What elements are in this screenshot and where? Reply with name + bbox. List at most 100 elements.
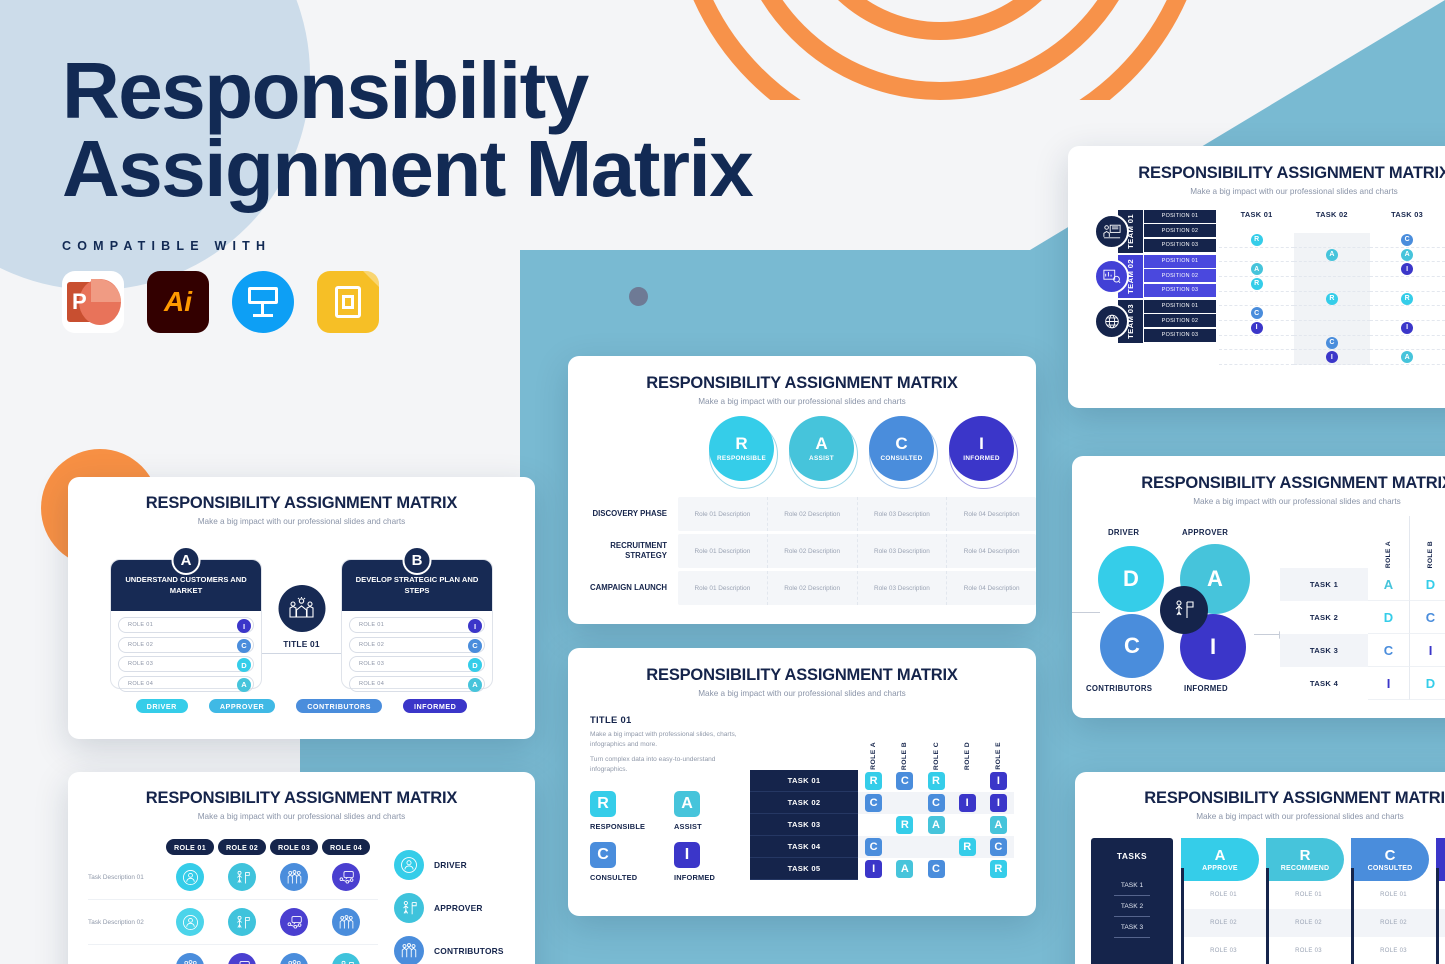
status-badge: C	[237, 638, 251, 653]
raci-circle-i[interactable]: I INFORMED	[949, 416, 1018, 489]
column-header: ROLE A	[870, 742, 878, 770]
row-header: TASK 04	[750, 836, 858, 858]
column-tab: R RECOMMEND	[1266, 838, 1344, 881]
card1-title: RESPONSIBILITY ASSIGNMENT MATRIX	[145, 494, 458, 512]
list-item[interactable]: ROLE 04 A	[118, 675, 254, 692]
card6-grid: ROLE 01 ROLE 02 ROLE 03 ROLE 04 Task Des…	[88, 839, 378, 964]
matrix-cell: I	[1369, 321, 1445, 336]
matrix-cell: C	[858, 836, 890, 858]
team-group-01[interactable]: TEAM 01 POSITION 01 POSITION 02 POSITION…	[1094, 209, 1219, 253]
card-team-position-matrix[interactable]: RESPONSIBILITY ASSIGNMENT MATRIX Make a …	[1068, 146, 1445, 408]
table-cell: ROLE 02	[1351, 909, 1436, 937]
bubble-c[interactable]: C	[1100, 614, 1164, 678]
card-task-role-matrix[interactable]: RESPONSIBILITY ASSIGNMENT MATRIX Make a …	[568, 648, 1036, 916]
matrix-cell: I	[1410, 634, 1445, 667]
column-header: ROLE 04	[322, 839, 370, 855]
role-label: ROLE 01	[128, 622, 154, 628]
list-item[interactable]: ROLE 03 D	[349, 656, 485, 672]
column-header: ROLE A	[1385, 540, 1392, 568]
matrix-cell: A	[889, 858, 920, 880]
legend-item-contributors: CONTRIBUTORS	[394, 929, 515, 964]
role-label: ROLE 03	[128, 661, 154, 667]
team-list: TEAM 01 POSITION 01 POSITION 02 POSITION…	[1094, 209, 1219, 365]
position-item: POSITION 02	[1144, 314, 1216, 328]
card1-subtitle: Make a big impact with our professional …	[197, 517, 406, 526]
legend-label: CONTRIBUTORS	[434, 945, 504, 956]
position-item: POSITION 01	[1144, 209, 1216, 223]
matrix-cell	[952, 858, 983, 880]
table-row: TASK 03 R A A	[750, 814, 1014, 836]
driver-icon	[394, 849, 424, 880]
raci-label: RESPONSIBLE	[716, 455, 767, 462]
panel-a[interactable]: A UNDERSTAND CUSTOMERS AND MARKET ROLE 0…	[110, 546, 262, 692]
matrix-cell: C	[982, 836, 1015, 858]
illustrator-logo: Ai	[147, 270, 209, 333]
informed-icon	[280, 908, 308, 936]
card-raci-circles[interactable]: RESPONSIBILITY ASSIGNMENT MATRIX Make a …	[568, 356, 1036, 624]
card-two-panel-roles[interactable]: RESPONSIBILITY ASSIGNMENT MATRIX Make a …	[68, 477, 535, 739]
card-role-icon-matrix[interactable]: RESPONSIBILITY ASSIGNMENT MATRIX Make a …	[68, 772, 535, 964]
legend-label: DRIVER	[434, 859, 467, 870]
matrix-cell	[858, 814, 889, 836]
matrix-cell	[952, 814, 983, 836]
matrix-cell: A	[1369, 248, 1445, 263]
row-header: TASK 2	[1280, 601, 1368, 634]
legend-item-consulted: C CONSULTED	[590, 841, 652, 882]
table-row: TASK 3CIA	[1280, 634, 1445, 667]
pill-informed[interactable]: INFORMED	[402, 699, 468, 713]
card-arci-columns[interactable]: RESPONSIBILITY ASSIGNMENT MATRIX Make a …	[1075, 772, 1445, 964]
team-group-03[interactable]: TEAM 03 POSITION 01 POSITION 02 POSITION…	[1094, 299, 1219, 343]
list-item[interactable]: ROLE 04 A	[349, 675, 485, 692]
team-group-02[interactable]: TEAM 02 POSITION 01 POSITION 02 POSITION…	[1094, 254, 1219, 298]
role-column[interactable]: R RECOMMEND ROLE 01 ROLE 02 ROLE 03	[1266, 838, 1351, 964]
legend-item-assist: A ASSIST	[674, 790, 736, 831]
matrix-cell	[1219, 292, 1295, 307]
pill-contributors[interactable]: CONTRIBUTORS	[296, 699, 382, 713]
role-column[interactable]: C CONSULTED ROLE 01 ROLE 02 ROLE 03	[1351, 838, 1436, 964]
matrix-cell: A	[1368, 568, 1410, 601]
role-label: ROLE 03	[359, 661, 385, 667]
table-row: TASK 02 C C I I	[750, 792, 1015, 814]
legend-label: RESPONSIBLE	[590, 821, 646, 831]
raci-circle-a[interactable]: A ASSIST	[789, 416, 858, 489]
card-daci-bubbles[interactable]: RESPONSIBILITY ASSIGNMENT MATRIX Make a …	[1072, 456, 1445, 718]
role-column[interactable]: A APPROVE ROLE 01 ROLE 02 ROLE 03	[1181, 838, 1266, 964]
contributors-icon	[176, 953, 204, 964]
bubble-d[interactable]: D	[1098, 546, 1164, 612]
column-label: CONSULTED	[1367, 864, 1413, 872]
matrix-cell: A	[1294, 248, 1370, 263]
list-item[interactable]: ROLE 02 C	[118, 636, 254, 653]
card3-paragraph-1: Make a big impact with professional slid…	[590, 731, 737, 748]
list-item[interactable]: ROLE 02 C	[349, 636, 485, 653]
matrix-dot: I	[1250, 321, 1263, 334]
role-column[interactable]: IINFORMEDROLE 01ROLE 02ROLE 03	[1436, 838, 1445, 964]
panel-b[interactable]: B DEVELOP STRATEGIC PLAN AND STEPS ROLE …	[341, 546, 493, 692]
person-flag-icon	[1160, 586, 1208, 634]
list-item[interactable]: ROLE 03 D	[118, 656, 254, 672]
powerpoint-logo: P	[62, 270, 124, 333]
pill-driver[interactable]: DRIVER	[135, 699, 188, 713]
matrix-cell	[1294, 306, 1370, 322]
matrix-cell: C	[1219, 306, 1295, 322]
raci-circle-row: R RESPONSIBLE A ASSIST C CONSULTED I INF…	[568, 416, 1036, 489]
matrix-chip: I	[989, 772, 1007, 790]
bubble-label-informed: INFORMED	[1184, 684, 1228, 693]
table-cell: ROLE 01	[1295, 892, 1322, 898]
card4-grid: TASK 01 TASK 02 TASK 03 TASK 04 RARCIARC…	[1219, 210, 1445, 366]
row-header: TASK 01	[750, 770, 858, 792]
column-header: TASK 01	[1240, 210, 1273, 219]
pill-approver[interactable]: APPROVER	[208, 699, 276, 713]
matrix-cell: C	[1369, 233, 1445, 248]
table-row: TASK 04 C R C	[750, 836, 1015, 858]
list-item[interactable]: ROLE 01 I	[349, 617, 485, 633]
matrix-cell: I	[982, 792, 1015, 814]
row-header: CAMPAIGN LAUNCH	[590, 582, 667, 592]
list-item[interactable]: ROLE 01 I	[118, 617, 254, 633]
column-header: ROLE 01	[166, 839, 214, 855]
matrix-cell: C	[1294, 336, 1370, 351]
matrix-cell: C	[1410, 601, 1445, 634]
raci-circle-r[interactable]: R RESPONSIBLE	[709, 416, 778, 489]
legend-pills: DRIVER APPROVER CONTRIBUTORS INFORMED	[68, 699, 535, 713]
matrix-cell: A	[920, 814, 951, 836]
raci-circle-c[interactable]: C CONSULTED	[869, 416, 938, 489]
